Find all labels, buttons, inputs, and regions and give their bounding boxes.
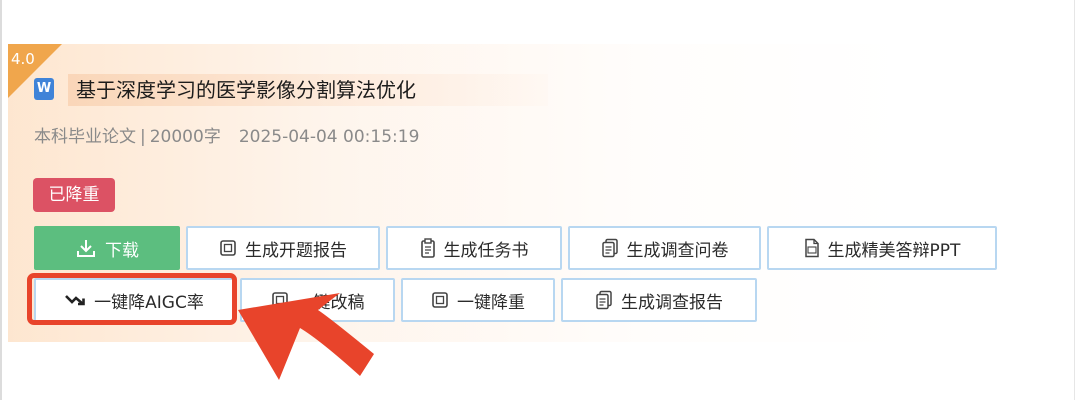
pointer-arrow-annotation [238,293,374,380]
